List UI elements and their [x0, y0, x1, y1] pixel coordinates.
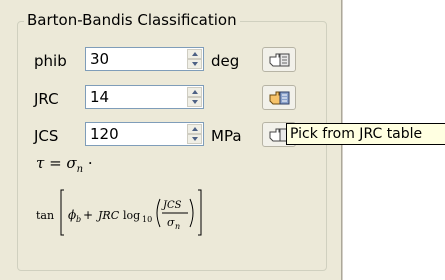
phib-value: 30	[90, 50, 110, 68]
phib-pick-button[interactable]	[262, 47, 296, 72]
formula-jcs: JCS	[161, 200, 182, 211]
arrow-down-icon	[192, 137, 198, 141]
jcs-input[interactable]: 120	[85, 122, 204, 146]
jcs-label: JCS	[34, 127, 59, 145]
jrc-spin-down-button[interactable]	[187, 97, 202, 107]
formula-jrc: JRC	[96, 209, 120, 222]
group-title: Barton-Bandis Classification	[24, 11, 240, 30]
formula-equals: =	[44, 154, 67, 172]
formula-shear-strength: τ = σn ·	[36, 154, 93, 175]
formula-dot: ·	[83, 154, 93, 172]
arrow-up-icon	[192, 52, 198, 56]
jcs-spinner[interactable]	[187, 124, 202, 144]
formula-log: log	[123, 209, 140, 222]
phib-spin-up-button[interactable]	[187, 49, 202, 59]
hand-pointer-icon	[269, 91, 290, 105]
jrc-spinner[interactable]	[187, 87, 202, 107]
jcs-value: 120	[90, 125, 119, 143]
arrow-down-icon	[192, 62, 198, 66]
formula-ten: 10	[142, 215, 152, 224]
jrc-label: JRC	[34, 90, 59, 108]
jcs-spin-up-button[interactable]	[187, 124, 202, 134]
formula-tangent-expression: tan ϕ b + JRC log 10 JCS σ n	[36, 189, 202, 236]
hand-pointer-icon	[269, 53, 290, 67]
jrc-pick-button[interactable]	[262, 85, 296, 110]
formula-phi: ϕ	[68, 208, 76, 222]
jrc-spin-up-button[interactable]	[187, 87, 202, 97]
formula-sigma-2: σ	[167, 216, 175, 229]
jrc-value: 14	[90, 88, 110, 106]
formula-tan: tan	[36, 209, 54, 222]
jcs-unit: MPa	[211, 127, 242, 145]
formula-b: b	[76, 215, 81, 224]
phib-unit: deg	[211, 52, 240, 70]
phib-spin-down-button[interactable]	[187, 59, 202, 69]
arrow-up-icon	[192, 127, 198, 131]
jcs-spin-down-button[interactable]	[187, 134, 202, 144]
phib-input[interactable]: 30	[85, 47, 204, 71]
phib-label: phib	[34, 52, 67, 70]
formula-plus: +	[83, 208, 93, 222]
formula-sigma: σ	[66, 154, 77, 172]
tooltip: Pick from JRC table	[286, 123, 445, 145]
formula-n-2: n	[175, 222, 180, 231]
arrow-up-icon	[192, 90, 198, 94]
jrc-input[interactable]: 14	[85, 85, 204, 109]
arrow-down-icon	[192, 100, 198, 104]
phib-spinner[interactable]	[187, 49, 202, 69]
